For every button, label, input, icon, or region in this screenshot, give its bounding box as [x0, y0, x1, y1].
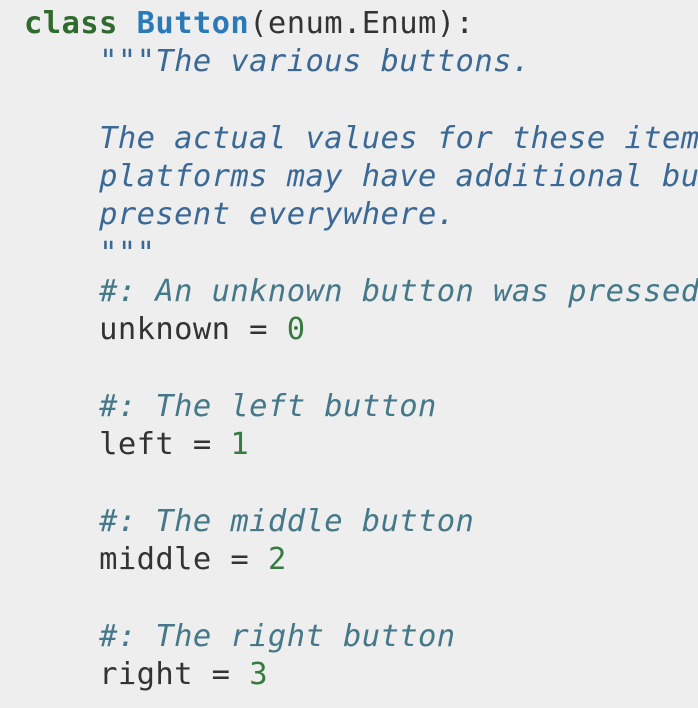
member-value: 2	[267, 542, 287, 578]
comment-line: #: The right button	[24, 618, 698, 656]
docstring-text: The actual values for these items differ…	[99, 120, 698, 156]
code-view: class Button(enum.Enum): """The various …	[0, 0, 698, 708]
docstring-line: present everywhere.	[24, 196, 698, 234]
member-comment: #: An unknown button was pressed	[99, 274, 698, 310]
assignment-line: right = 3	[24, 656, 698, 694]
member-comment: #: The middle button	[99, 503, 475, 539]
docstring-text: present everywhere.	[99, 197, 456, 233]
assign-operator: =	[192, 657, 250, 693]
assign-operator: =	[174, 427, 231, 463]
member-name: middle	[99, 542, 212, 578]
member-comment: #: The right button	[99, 618, 456, 654]
member-name: right	[99, 657, 193, 693]
docstring-line: The actual values for these items differ…	[24, 120, 698, 158]
member-name: unknown	[99, 312, 231, 348]
member-name: left	[99, 427, 175, 463]
comment-line: #: The middle button	[24, 503, 698, 541]
member-value: 0	[286, 312, 306, 348]
docstring-close: """	[99, 235, 156, 271]
assignment-line: middle = 2	[24, 541, 698, 579]
assignment-line: left = 1	[24, 426, 698, 464]
comment-line: #: An unknown button was pressed	[24, 273, 698, 311]
member-comment: #: The left button	[99, 388, 437, 424]
assignment-line: unknown = 0	[24, 311, 698, 349]
member-value: 3	[249, 657, 268, 693]
class-bases: (enum.Enum):	[249, 6, 475, 41]
class-definition-line: class Button(enum.Enum):	[24, 5, 698, 43]
comment-line: #: The left button	[24, 388, 698, 426]
class-keyword: class	[24, 6, 118, 41]
docstring-line: platforms may have additional buttons av…	[24, 158, 698, 196]
assign-operator: =	[230, 312, 287, 348]
assign-operator: =	[211, 542, 268, 578]
docstring-line: """	[24, 235, 698, 273]
class-name: Button	[136, 6, 250, 41]
member-value: 1	[230, 427, 250, 463]
docstring-line: """The various buttons.	[24, 43, 698, 81]
docstring-text: """The various buttons.	[99, 44, 531, 80]
docstring-text: platforms may have additional buttons av…	[99, 159, 698, 195]
